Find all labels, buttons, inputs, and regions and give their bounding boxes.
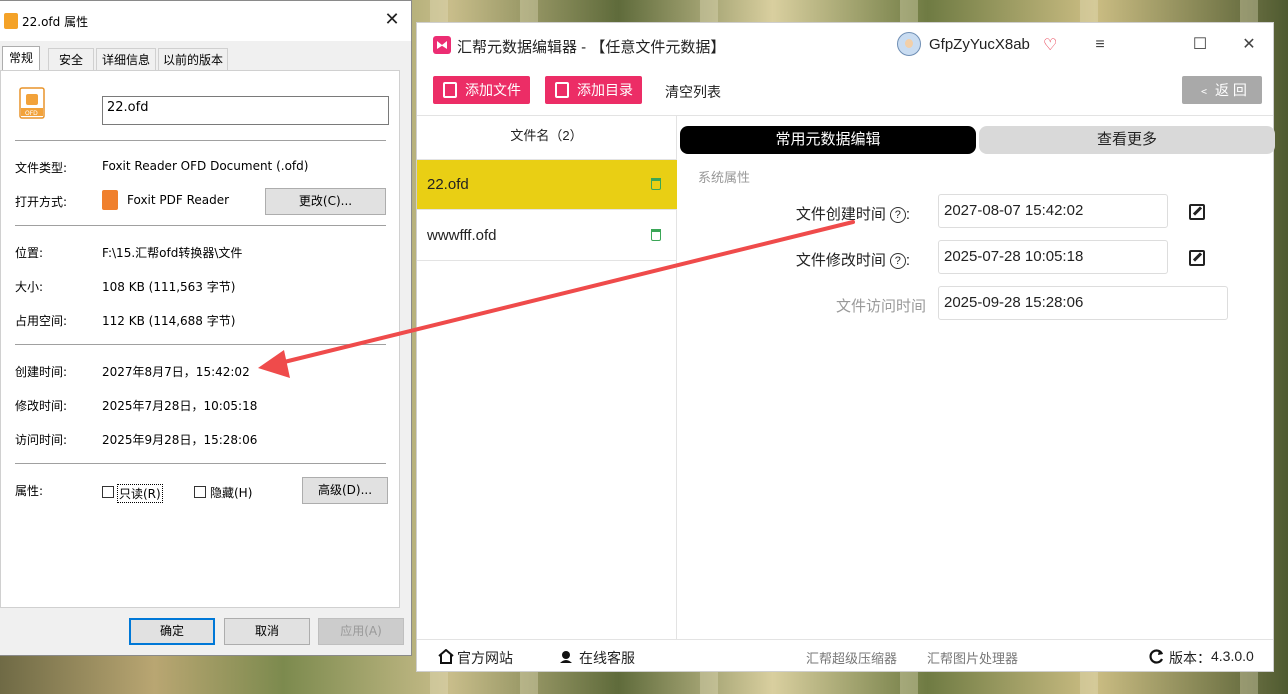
annotation-arrow bbox=[258, 220, 855, 378]
